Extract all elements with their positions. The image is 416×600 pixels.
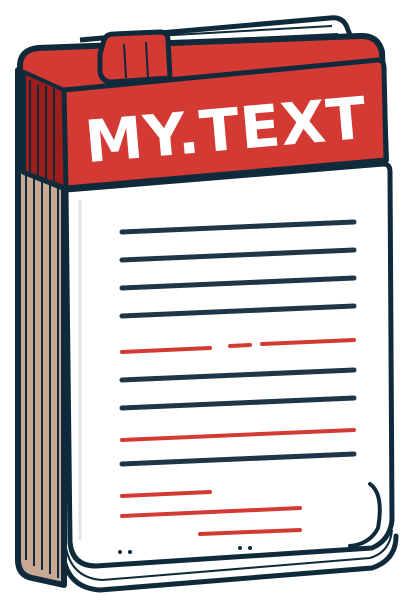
text-line-red: [228, 343, 252, 348]
notepad-illustration: MY.TEXT: [0, 0, 416, 600]
header-tab: [97, 29, 173, 85]
notepad-icon: MY.TEXT: [15, 15, 399, 593]
